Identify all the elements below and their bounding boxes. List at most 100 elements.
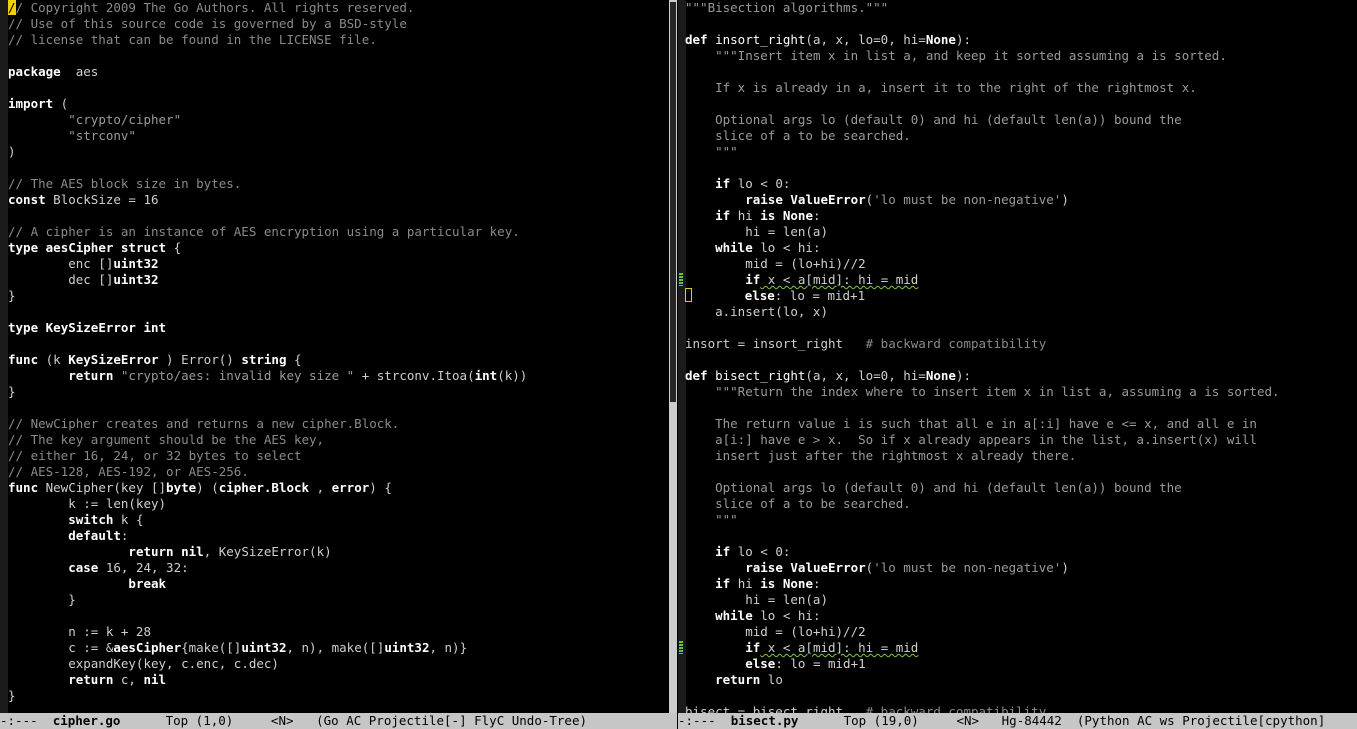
code-line[interactable]: hi = len(a) <box>685 224 1355 240</box>
code-line[interactable]: """Return the index where to insert item… <box>685 384 1355 400</box>
code-line[interactable]: "crypto/cipher" <box>8 112 669 128</box>
code-line[interactable]: The return value i is such that all e in… <box>685 416 1355 432</box>
code-line[interactable]: while lo < hi: <box>685 240 1355 256</box>
code-line[interactable]: raise ValueError('lo must be non-negativ… <box>685 192 1355 208</box>
code-line[interactable]: Optional args lo (default 0) and hi (def… <box>685 480 1355 496</box>
code-line[interactable]: a.insert(lo, x) <box>685 304 1355 320</box>
code-line[interactable]: ) <box>8 144 669 160</box>
code-line[interactable]: return "crypto/aes: invalid key size " +… <box>8 368 669 384</box>
code-line[interactable]: insert just after the rightmost x alread… <box>685 448 1355 464</box>
code-line[interactable]: """ <box>685 144 1355 160</box>
code-line[interactable]: else: lo = mid+1 <box>685 656 1355 672</box>
code-line[interactable]: raise ValueError('lo must be non-negativ… <box>685 560 1355 576</box>
code-line[interactable]: def bisect_right(a, x, lo=0, hi=None): <box>685 368 1355 384</box>
code-line[interactable]: k := len(key) <box>8 496 669 512</box>
code-line[interactable]: switch k { <box>8 512 669 528</box>
code-line[interactable]: while lo < hi: <box>685 608 1355 624</box>
code-line[interactable] <box>685 320 1355 336</box>
code-line[interactable]: if lo < 0: <box>685 176 1355 192</box>
code-line[interactable] <box>685 400 1355 416</box>
code-line[interactable]: } <box>8 592 669 608</box>
right-editor-window[interactable]: """Bisection algorithms.""" def insort_r… <box>678 0 1357 713</box>
code-line[interactable]: def insort_right(a, x, lo=0, hi=None): <box>685 32 1355 48</box>
code-line[interactable]: if hi is None: <box>685 208 1355 224</box>
code-line[interactable]: return lo <box>685 672 1355 688</box>
code-line[interactable]: slice of a to be searched. <box>685 128 1355 144</box>
code-line[interactable]: // either 16, 24, or 32 bytes to select <box>8 448 669 464</box>
code-line[interactable]: a[i:] have e > x. So if x already appear… <box>685 432 1355 448</box>
code-line[interactable]: If x is already in a, insert it to the r… <box>685 80 1355 96</box>
code-line[interactable]: hi = len(a) <box>685 592 1355 608</box>
code-line[interactable]: package aes <box>8 64 669 80</box>
code-line[interactable] <box>8 608 669 624</box>
code-line[interactable]: import ( <box>8 96 669 112</box>
code-line[interactable]: dec []uint32 <box>8 272 669 288</box>
code-line[interactable] <box>8 400 669 416</box>
code-line[interactable]: if hi is None: <box>685 576 1355 592</box>
code-line[interactable] <box>8 304 669 320</box>
code-line[interactable]: case 16, 24, 32: <box>8 560 669 576</box>
code-line[interactable]: return c, nil <box>8 672 669 688</box>
code-line[interactable] <box>685 528 1355 544</box>
code-line[interactable] <box>8 48 669 64</box>
code-line[interactable] <box>8 336 669 352</box>
code-line[interactable]: enc []uint32 <box>8 256 669 272</box>
code-line[interactable]: c := &aesCipher{make([]uint32, n), make(… <box>8 640 669 656</box>
code-line[interactable]: slice of a to be searched. <box>685 496 1355 512</box>
code-line[interactable]: } <box>8 688 669 704</box>
code-line[interactable] <box>685 64 1355 80</box>
code-line[interactable]: Optional args lo (default 0) and hi (def… <box>685 112 1355 128</box>
code-line[interactable]: // A cipher is an instance of AES encryp… <box>8 224 669 240</box>
keyword-token: if <box>715 208 731 223</box>
code-token: lo <box>760 672 783 687</box>
code-line[interactable] <box>685 352 1355 368</box>
code-line[interactable]: // license that can be found in the LICE… <box>8 32 669 48</box>
code-line[interactable]: mid = (lo+hi)//2 <box>685 256 1355 272</box>
code-line[interactable]: // The key argument should be the AES ke… <box>8 432 669 448</box>
code-line[interactable]: if lo < 0: <box>685 544 1355 560</box>
code-line[interactable] <box>685 688 1355 704</box>
code-line[interactable]: // AES-128, AES-192, or AES-256. <box>8 464 669 480</box>
code-line[interactable]: break <box>8 576 669 592</box>
left-buffer-name[interactable]: cipher.go <box>53 713 121 728</box>
code-line[interactable]: mid = (lo+hi)//2 <box>685 624 1355 640</box>
right-buffer-name[interactable]: bisect.py <box>731 713 799 728</box>
left-scrollbar[interactable] <box>669 0 677 713</box>
code-line[interactable]: func NewCipher(key []byte) (cipher.Block… <box>8 480 669 496</box>
code-line[interactable] <box>8 160 669 176</box>
code-line[interactable]: default: <box>8 528 669 544</box>
python-source-buffer[interactable]: """Bisection algorithms.""" def insort_r… <box>685 0 1355 713</box>
code-line[interactable]: """Insert item x in list a, and keep it … <box>685 48 1355 64</box>
code-line[interactable]: else: lo = mid+1 <box>685 288 1355 304</box>
code-line[interactable]: expandKey(key, c.enc, c.dec) <box>8 656 669 672</box>
left-editor-window[interactable]: // Copyright 2009 The Go Authors. All ri… <box>0 0 677 713</box>
code-line[interactable] <box>685 160 1355 176</box>
code-line[interactable]: type KeySizeError int <box>8 320 669 336</box>
code-line[interactable] <box>8 80 669 96</box>
code-line[interactable]: if x < a[mid]: hi = mid <box>685 272 1355 288</box>
code-line[interactable] <box>8 208 669 224</box>
code-line[interactable] <box>685 96 1355 112</box>
code-line[interactable]: } <box>8 384 669 400</box>
code-line[interactable]: bisect = bisect_right # backward compati… <box>685 704 1355 713</box>
code-line[interactable]: // The AES block size in bytes. <box>8 176 669 192</box>
left-scrollbar-thumb[interactable] <box>670 2 676 402</box>
code-line[interactable]: """ <box>685 512 1355 528</box>
code-line[interactable]: // Use of this source code is governed b… <box>8 16 669 32</box>
code-line[interactable]: // Copyright 2009 The Go Authors. All ri… <box>8 0 669 16</box>
code-line[interactable]: func (k KeySizeError ) Error() string { <box>8 352 669 368</box>
code-line[interactable]: insort = insort_right # backward compati… <box>685 336 1355 352</box>
code-line[interactable] <box>685 464 1355 480</box>
code-line[interactable]: """Bisection algorithms.""" <box>685 0 1355 16</box>
code-line[interactable]: type aesCipher struct { <box>8 240 669 256</box>
code-line[interactable]: const BlockSize = 16 <box>8 192 669 208</box>
code-line[interactable]: // NewCipher creates and returns a new c… <box>8 416 669 432</box>
keyword-token: None <box>925 368 956 383</box>
code-line[interactable]: return nil, KeySizeError(k) <box>8 544 669 560</box>
code-line[interactable]: if x < a[mid]: hi = mid <box>685 640 1355 656</box>
code-line[interactable]: n := k + 28 <box>8 624 669 640</box>
code-line[interactable]: "strconv" <box>8 128 669 144</box>
code-line[interactable]: } <box>8 288 669 304</box>
code-line[interactable] <box>685 16 1355 32</box>
go-source-buffer[interactable]: // Copyright 2009 The Go Authors. All ri… <box>8 0 669 704</box>
